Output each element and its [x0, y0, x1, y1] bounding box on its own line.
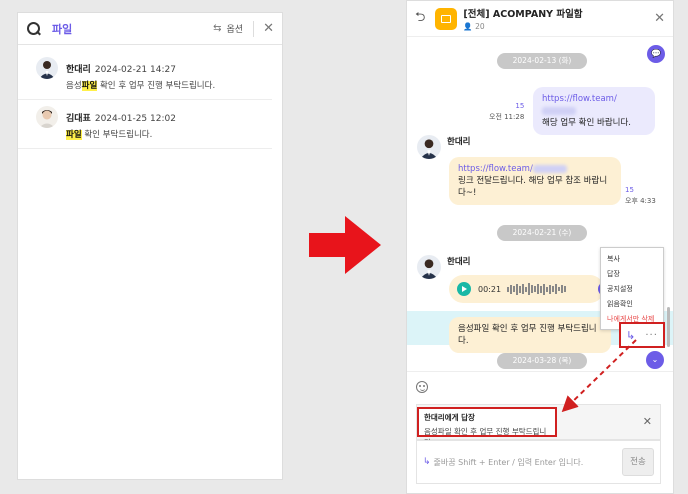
message-actions: ↳ ··· [619, 322, 665, 348]
voice-duration: 00:21 [478, 284, 502, 294]
result-date: 2024-02-21 14:27 [94, 65, 176, 75]
result-date: 2024-01-25 12:02 [94, 114, 176, 124]
scroll-down-icon[interactable]: ⌄ [646, 351, 664, 369]
result-sender: 김대표 [66, 114, 91, 124]
menu-item-copy[interactable]: 복사 [601, 251, 663, 266]
reply-icon[interactable]: ↳ [626, 329, 635, 342]
message-bubble-theirs[interactable]: https://flow.team/ 링크 전달드립니다. 해당 업무 참조 바… [449, 157, 621, 205]
sliders-icon: ⇆ [213, 23, 222, 34]
avatar [417, 255, 441, 279]
menu-item-read-check[interactable]: 읽음확인 [601, 296, 663, 311]
chat-bubble-icon[interactable]: 💬 [647, 45, 665, 63]
avatar [417, 135, 441, 159]
search-result-item[interactable]: 한대리 2024-02-21 14:27 음성파일 확인 후 업무 진행 부탁드립… [18, 51, 272, 100]
voice-message[interactable]: 00:21 1 [449, 275, 612, 303]
date-divider: 2024-02-21 (수) [497, 225, 587, 241]
date-divider: 2024-03-28 (목) [497, 353, 587, 369]
message-meta: 15 오후 4:33 [625, 186, 656, 205]
room-icon [435, 7, 458, 30]
close-icon[interactable]: ✕ [263, 21, 274, 36]
member-count: 👤 20 [463, 22, 485, 31]
close-icon[interactable]: ✕ [654, 11, 665, 26]
waveform-icon [507, 283, 566, 295]
room-title: [전체] ACOMPANY 파일함 [463, 9, 583, 20]
search-icon [26, 21, 42, 37]
result-sender: 한대리 [66, 65, 91, 75]
message-input[interactable]: ↳ 줄바꿈 Shift + Enter / 입력 Enter 입니다. 전송 [416, 440, 661, 484]
message-link[interactable]: https://flow.team/ [458, 164, 533, 174]
result-text: 파일 확인 부탁드립니다. [66, 130, 153, 140]
search-result-item[interactable]: 김대표 2024-01-25 12:02 파일 확인 부탁드립니다. [18, 100, 272, 149]
chat-header: ⮌ [전체] ACOMPANY 파일함 👤 20 ✕ [407, 1, 673, 37]
message-meta: 15 오전 11:28 [489, 102, 525, 121]
message-link[interactable]: https://flow.team/ [542, 94, 617, 104]
reply-icon: ↳ [423, 457, 431, 467]
search-input[interactable]: 파일 [52, 21, 213, 37]
search-panel: 파일 ⇆ 옵션 ✕ 한대리 2024-02-21 14:27 음성파일 확인 후 … [17, 12, 283, 480]
search-bar: 파일 ⇆ 옵션 ✕ [18, 13, 282, 45]
reply-title: 한대리에게 답장 [424, 413, 475, 422]
message-sender: 한대리 [417, 135, 470, 159]
send-button[interactable]: 전송 [622, 448, 654, 476]
message-bubble-theirs[interactable]: 음성파일 확인 후 업무 진행 부탁드립니다. [449, 317, 611, 353]
options-label: 옵션 [226, 25, 244, 35]
chat-panel: ⮌ [전체] ACOMPANY 파일함 👤 20 ✕ 💬 2024-02-13 … [406, 0, 674, 494]
message-bubble-mine[interactable]: https://flow.team/ 해당 업무 확인 바랍니다. [533, 87, 655, 135]
emoji-icon[interactable] [416, 381, 428, 393]
composer: 한대리에게 답장 음성파일 확인 후 업무 진행 부탁드립니다. ✕ ↳ 줄바꿈… [407, 371, 673, 493]
close-icon[interactable]: ✕ [643, 415, 652, 428]
menu-item-reply[interactable]: 답장 [601, 266, 663, 281]
message-placeholder: 줄바꿈 Shift + Enter / 입력 Enter 입니다. [433, 457, 584, 467]
play-icon[interactable] [457, 282, 471, 296]
options-button[interactable]: ⇆ 옵션 [213, 20, 255, 37]
scrollbar[interactable] [667, 307, 670, 347]
reply-target: 한대리에게 답장 음성파일 확인 후 업무 진행 부탁드립니다. [417, 407, 557, 447]
date-divider: 2024-02-13 (화) [497, 53, 587, 69]
transition-arrow-icon [309, 216, 381, 274]
avatar [36, 57, 58, 79]
reply-preview: 한대리에게 답장 음성파일 확인 후 업무 진행 부탁드립니다. ✕ [416, 404, 661, 447]
more-icon[interactable]: ··· [645, 330, 658, 341]
message-list: 💬 2024-02-13 (화) 15 오전 11:28 https://flow… [407, 37, 673, 371]
menu-item-notice[interactable]: 공지설정 [601, 281, 663, 296]
avatar [36, 106, 58, 128]
result-text: 음성파일 확인 후 업무 진행 부탁드립니다. [66, 81, 216, 91]
back-arrow-icon[interactable]: ⮌ [415, 8, 425, 30]
message-context-menu: 복사 답장 공지설정 읽음확인 나에게서만 삭제 [600, 247, 664, 330]
